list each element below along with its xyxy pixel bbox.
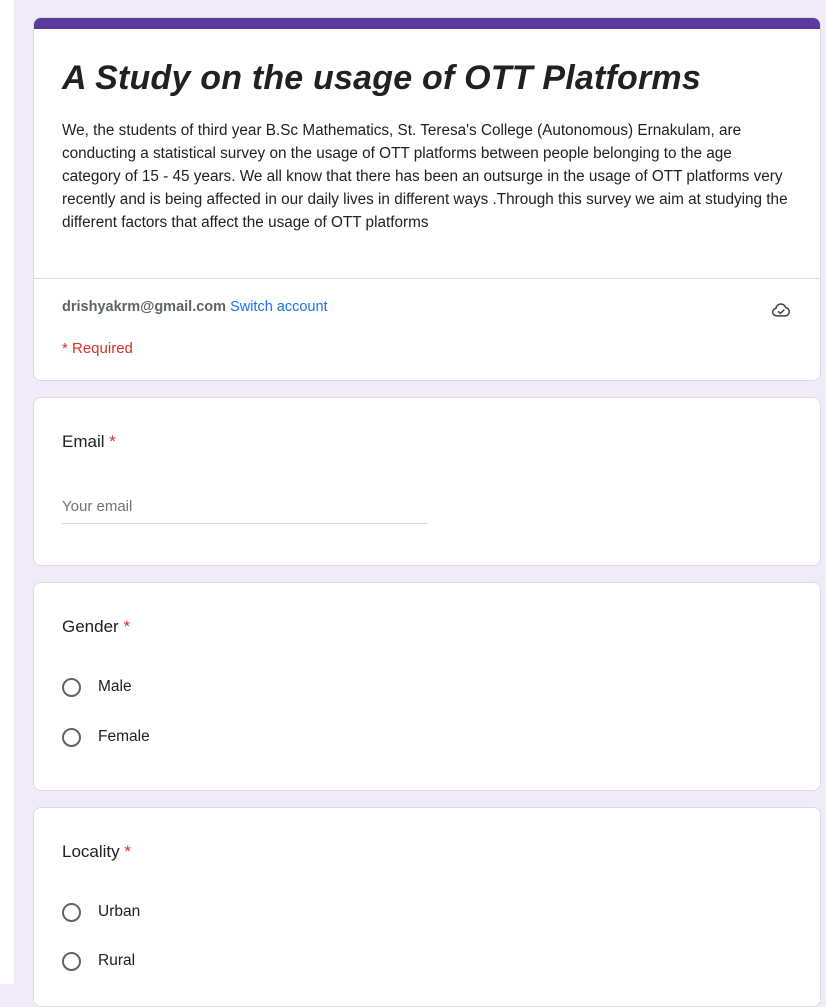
radio-option-male[interactable]: Male xyxy=(62,674,132,700)
required-asterisk: * xyxy=(124,842,131,861)
question-gender-card: Gender * Male Female xyxy=(33,582,821,791)
question-email-card: Email * xyxy=(33,397,821,566)
question-locality-card: Locality * Urban Rural xyxy=(33,807,821,1007)
radio-label: Female xyxy=(98,728,150,745)
form-header-card: A Study on the usage of OTT Platforms We… xyxy=(33,17,821,381)
required-asterisk: * xyxy=(123,617,131,636)
question-gender-title: Gender xyxy=(62,617,119,636)
email-input[interactable] xyxy=(62,496,428,524)
radio-option-rural[interactable]: Rural xyxy=(62,948,135,974)
account-row: drishyakrm@gmail.com Switch account xyxy=(62,299,328,315)
account-email: drishyakrm@gmail.com xyxy=(62,299,227,315)
required-note: * Required xyxy=(62,340,133,357)
switch-account-link[interactable]: Switch account xyxy=(230,299,328,315)
header-divider xyxy=(34,278,820,279)
page-left-margin xyxy=(0,0,14,984)
cloud-saved-icon[interactable] xyxy=(770,300,792,320)
radio-button[interactable] xyxy=(62,727,81,747)
radio-button[interactable] xyxy=(62,951,81,971)
form-title: A Study on the usage of OTT Platforms xyxy=(62,59,701,97)
header-accent-bar xyxy=(34,18,820,29)
radio-button[interactable] xyxy=(62,677,81,697)
radio-label: Rural xyxy=(98,952,136,969)
question-email-title: Email xyxy=(62,432,105,451)
question-locality-label: Locality * xyxy=(62,842,131,862)
required-asterisk: * xyxy=(109,432,116,451)
question-gender-label: Gender * xyxy=(62,617,130,637)
radio-option-urban[interactable]: Urban xyxy=(62,899,140,925)
radio-label: Male xyxy=(98,678,132,695)
question-locality-title: Locality xyxy=(62,842,120,861)
form-description: We, the students of third year B.Sc Math… xyxy=(62,122,788,231)
question-email-label: Email * xyxy=(62,432,116,452)
radio-label: Urban xyxy=(98,903,141,920)
radio-button[interactable] xyxy=(62,902,81,922)
radio-option-female[interactable]: Female xyxy=(62,724,150,750)
